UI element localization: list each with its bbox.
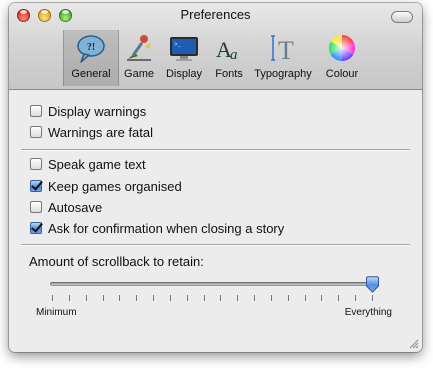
tab-general-label: General [71,68,111,80]
general-pane: Display warnings Warnings are fatal Spea… [9,90,422,352]
game-joystick-icon [127,35,151,61]
tab-game[interactable]: Game [119,30,159,86]
autosave-checkbox[interactable] [30,201,42,213]
slider-tick [338,295,339,301]
ask-confirmation-checkbox[interactable] [30,222,42,234]
keep-games-organised-label: Keep games organised [48,178,182,194]
tab-fonts-label: Fonts [215,68,243,80]
tab-typography[interactable]: T Typography [249,30,317,86]
scrollback-slider-ticks [52,295,373,301]
autosave-label: Autosave [48,199,103,215]
tab-colour-label: Colour [325,68,359,80]
ask-confirmation-option[interactable]: Ask for confirmation when closing a stor… [30,219,284,237]
keep-games-organised-option[interactable]: Keep games organised [30,177,182,195]
window-title: Preferences [180,7,251,22]
tab-general[interactable]: ?! General [63,30,119,86]
warnings-fatal-label: Warnings are fatal [48,124,154,140]
slider-tick [288,295,289,301]
svg-text:a: a [230,47,238,63]
tab-fonts[interactable]: A a Fonts [209,30,249,86]
tab-display-label: Display [165,68,203,80]
slider-tick [355,295,356,301]
slider-tick [119,295,120,301]
display-warnings-option[interactable]: Display warnings [30,102,146,120]
scrollback-max-label: Everything [344,307,392,318]
preferences-window: Preferences ?! General Game >_ Display A… [9,3,422,352]
slider-tick [271,295,272,301]
speak-game-text-label: Speak game text [48,156,146,172]
tab-typography-label: Typography [254,68,312,80]
speak-game-text-option[interactable]: Speak game text [30,155,146,173]
display-warnings-label: Display warnings [48,103,147,119]
typography-t-icon: T [271,35,294,64]
display-warnings-checkbox[interactable] [30,105,42,117]
slider-tick [153,295,154,301]
slider-tick [372,295,373,301]
slider-tick [220,295,221,301]
colour-wheel-icon [328,34,356,62]
general-speech-bubble-icon: ?! [77,35,105,63]
speak-game-text-checkbox[interactable] [30,158,42,170]
slider-tick [69,295,70,301]
slider-tick [204,295,205,301]
slider-tick [170,295,171,301]
resize-grip-icon[interactable] [408,338,419,349]
svg-text:?!: ?! [87,42,95,53]
slider-tick [136,295,137,301]
slider-tick [187,295,188,301]
display-monitor-icon: >_ [170,37,198,61]
tab-game-label: Game [124,68,154,80]
slider-tick [254,295,255,301]
fonts-aa-icon: A a [216,37,238,63]
tab-colour[interactable]: Colour [317,30,367,86]
slider-tick [52,295,53,301]
slider-tick [237,295,238,301]
title-bar: Preferences ?! General Game >_ Display A… [9,3,422,90]
slider-tick [103,295,104,301]
svg-text:>_: >_ [174,41,182,48]
preferences-toolbar: ?! General Game >_ Display A a Fonts T T… [63,30,367,86]
separator [21,149,410,151]
scrollback-slider-track[interactable] [50,282,374,286]
slider-tick [305,295,306,301]
tab-display[interactable]: >_ Display [159,30,209,86]
scrollback-min-label: Minimum [36,307,77,318]
warnings-fatal-option[interactable]: Warnings are fatal [30,123,153,141]
separator [21,244,410,246]
scrollback-slider-thumb[interactable] [365,276,380,293]
svg-text:T: T [278,36,294,64]
keep-games-organised-checkbox[interactable] [30,180,42,192]
toolbar-toggle-button[interactable] [391,11,413,23]
autosave-option[interactable]: Autosave [30,198,102,216]
scrollback-label: Amount of scrollback to retain: [29,254,204,269]
slider-tick [321,295,322,301]
warnings-fatal-checkbox[interactable] [30,126,42,138]
slider-tick [86,295,87,301]
ask-confirmation-label: Ask for confirmation when closing a stor… [48,220,285,236]
